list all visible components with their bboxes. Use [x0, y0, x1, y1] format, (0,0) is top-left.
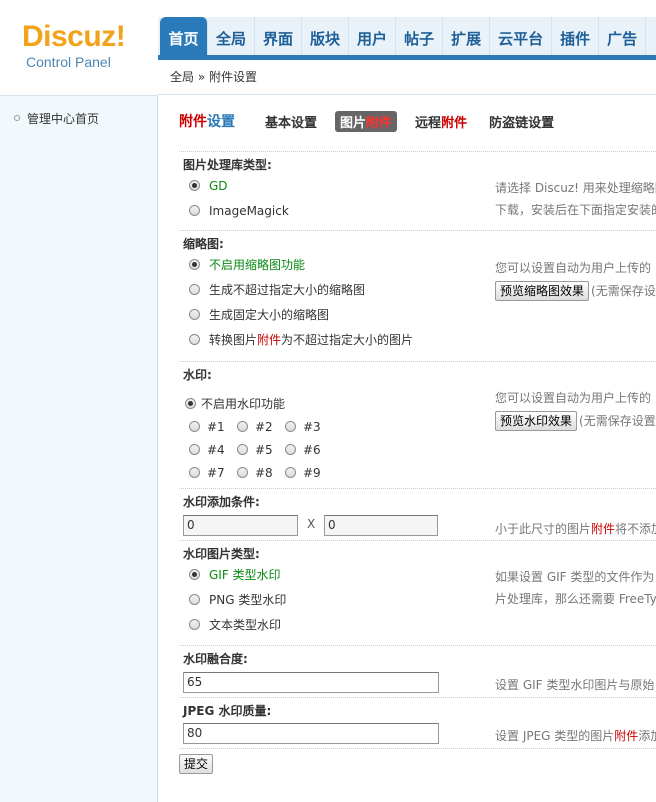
row-title: 缩略图: — [183, 237, 224, 251]
preview-watermark-button[interactable]: 预览水印效果 — [495, 411, 578, 431]
tip-actions: 预览缩略图效果 (无需保存设 — [495, 280, 656, 302]
wm-trans-input[interactable]: 65 — [183, 672, 439, 693]
submit-area: 提交 — [179, 754, 214, 774]
row-title: 水印添加条件: — [183, 495, 260, 509]
sidebar-item-label: 管理中心首页 — [27, 112, 100, 126]
tab-basic[interactable]: 基本设置 — [261, 111, 321, 132]
radio-checked-icon — [189, 569, 200, 580]
tip-text: 小于此尺寸的图片附件将不添加 — [495, 522, 656, 536]
size-separator: X — [307, 517, 316, 531]
row-title: 图片处理库类型: — [183, 158, 272, 172]
radio-icon — [189, 594, 200, 605]
wm-pos-3[interactable]: #3 — [285, 416, 333, 439]
wm-pos-2[interactable]: #2 — [237, 416, 285, 439]
bullet-icon — [14, 115, 20, 121]
tip-text: 您可以设置自动为用户上传的 — [495, 261, 652, 275]
tip-text: 下载，安装后在下面指定安装的 — [495, 203, 656, 217]
nav-posts[interactable]: 帖子 — [396, 17, 444, 55]
jpeg-quality-input[interactable]: 80 — [183, 723, 439, 744]
radio-icon[interactable] — [189, 334, 200, 345]
wm-pos-7[interactable]: #7 — [189, 462, 237, 485]
radio-checked-icon[interactable] — [185, 398, 196, 409]
radio-icon — [285, 467, 296, 478]
radio-checked-icon[interactable] — [189, 180, 200, 191]
tip-actions: 预览水印效果 (无需保存设置 — [495, 410, 656, 432]
tip-text: 设置 GIF 类型水印图片与原始 — [495, 678, 655, 692]
nav-plugins[interactable]: 插件 — [552, 17, 600, 55]
header: Discuz! Control Panel 首页 全局 界面 版块 用户 帖子 … — [0, 0, 656, 95]
radio-icon[interactable] — [189, 309, 200, 320]
row-watermark: 水印: 不启用水印功能 #1 #2 #3 #4 #5 #6 #7 #8 #9 您… — [179, 361, 656, 488]
nav-interface[interactable]: 界面 — [255, 17, 303, 55]
nav-extend[interactable]: 扩展 — [443, 17, 491, 55]
row-title: 水印融合度: — [183, 652, 248, 666]
nav-user[interactable]: 用户 — [349, 17, 397, 55]
nav-home[interactable]: 首页 — [160, 17, 208, 55]
sidebar-item-admin-home[interactable]: 管理中心首页 — [14, 110, 99, 127]
main-nav: 首页 全局 界面 版块 用户 帖子 扩展 云平台 插件 广告 — [158, 17, 656, 60]
option-text-watermark[interactable]: 文本类型水印 — [179, 613, 656, 638]
tab-remote-attachment[interactable]: 远程附件 — [411, 111, 471, 132]
wm-pos-5[interactable]: #5 — [237, 439, 285, 462]
radio-icon[interactable] — [189, 284, 200, 295]
tip-text: 片处理库，那么还需要 FreeTy — [495, 592, 656, 606]
nav-ads[interactable]: 广告 — [599, 17, 647, 55]
row-jpeg-quality: JPEG 水印质量: 80 设置 JPEG 类型的图片附件添加 — [179, 697, 656, 749]
row-watermark-type: 水印图片类型: GIF 类型水印 PNG 类型水印 文本类型水印 如果设置 GI… — [179, 540, 656, 645]
logo-subtitle: Control Panel — [26, 54, 111, 70]
radio-icon[interactable] — [189, 205, 200, 216]
radio-icon — [189, 444, 200, 455]
radio-icon — [237, 421, 248, 432]
settings-form: 图片处理库类型: GD ImageMagick 请选择 Discuz! 用来处理… — [179, 151, 656, 749]
breadcrumb: 全局 » 附件设置 — [158, 60, 656, 95]
settings-tabs: 附件设置 基本设置 图片附件 远程附件 防盗链设置 — [179, 110, 572, 132]
radio-icon — [285, 444, 296, 455]
main-content: 附件设置 基本设置 图片附件 远程附件 防盗链设置 图片处理库类型: GD Im… — [159, 96, 656, 802]
tip-text: 如果设置 GIF 类型的文件作为 — [495, 570, 655, 584]
row-watermark-trans: 水印融合度: 65 设置 GIF 类型水印图片与原始 — [179, 645, 656, 697]
row-watermark-condition: 水印添加条件: 0 X 0 小于此尺寸的图片附件将不添加 — [179, 488, 656, 540]
sidebar: 管理中心首页 — [0, 95, 158, 802]
radio-checked-icon[interactable] — [189, 259, 200, 270]
wm-pos-9[interactable]: #9 — [285, 462, 333, 485]
wm-min-width-input[interactable]: 0 — [183, 515, 298, 536]
nav-cloud[interactable]: 云平台 — [490, 17, 553, 55]
page-title: 附件设置 — [179, 114, 235, 130]
radio-icon — [285, 421, 296, 432]
row-thumbnail: 缩略图: 不启用缩略图功能 生成不超过指定大小的缩略图 生成固定大小的缩略图 转… — [179, 230, 656, 361]
option-thumb-convert[interactable]: 转换图片附件为不超过指定大小的图片 — [179, 328, 656, 353]
row-title: JPEG 水印质量: — [183, 704, 272, 718]
tab-image-attachment[interactable]: 图片附件 — [335, 110, 398, 132]
tip-text: 您可以设置自动为用户上传的 — [495, 391, 652, 405]
tip-text: 请选择 Discuz! 用来处理缩略图 — [495, 181, 656, 195]
wm-pos-1[interactable]: #1 — [189, 416, 237, 439]
radio-icon — [189, 619, 200, 630]
radio-icon — [237, 467, 248, 478]
row-image-lib: 图片处理库类型: GD ImageMagick 请选择 Discuz! 用来处理… — [179, 151, 656, 230]
nav-global[interactable]: 全局 — [208, 17, 256, 55]
radio-icon — [189, 421, 200, 432]
wm-pos-6[interactable]: #6 — [285, 439, 333, 462]
submit-button[interactable]: 提交 — [179, 754, 214, 774]
row-title: 水印图片类型: — [183, 547, 260, 561]
tip-text: 设置 JPEG 类型的图片附件添加 — [495, 729, 656, 743]
wm-min-height-input[interactable]: 0 — [324, 515, 438, 536]
nav-forum[interactable]: 版块 — [302, 17, 350, 55]
logo[interactable]: Discuz! Control Panel — [0, 0, 158, 95]
preview-thumb-button[interactable]: 预览缩略图效果 — [495, 281, 590, 301]
logo-text: Discuz! — [22, 20, 126, 53]
tab-anti-leech[interactable]: 防盗链设置 — [485, 111, 558, 132]
radio-icon — [189, 467, 200, 478]
top-strip — [158, 0, 656, 17]
radio-icon — [237, 444, 248, 455]
wm-pos-8[interactable]: #8 — [237, 462, 285, 485]
wm-pos-4[interactable]: #4 — [189, 439, 237, 462]
option-thumb-fixed[interactable]: 生成固定大小的缩略图 — [179, 303, 656, 328]
